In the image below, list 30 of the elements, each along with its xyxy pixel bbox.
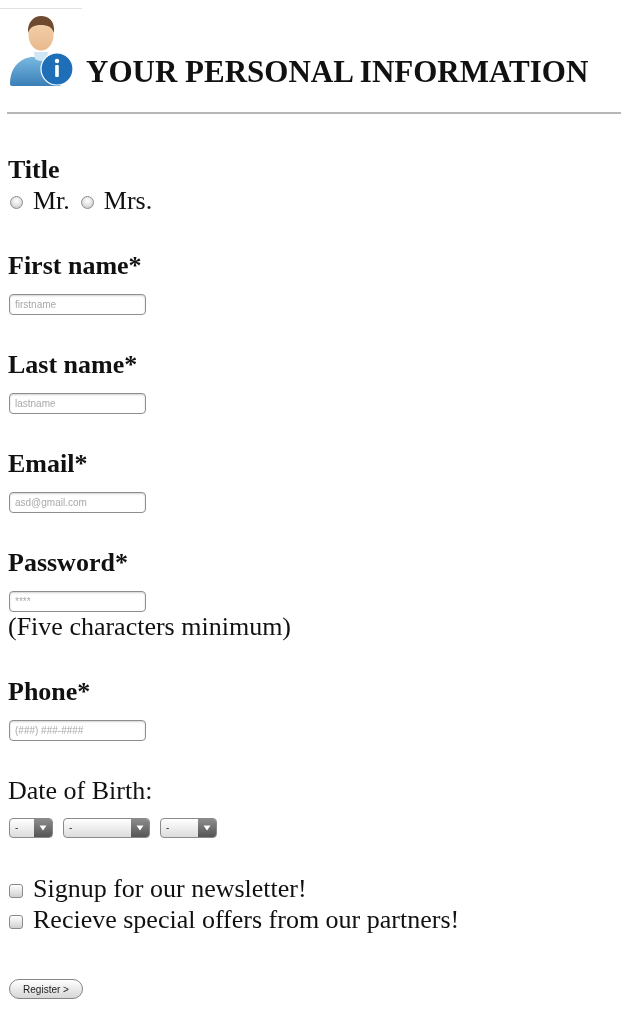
field-hint: (Five characters minimum) (8, 612, 292, 642)
checkbox[interactable] (9, 883, 23, 898)
dropdown[interactable]: - (63, 818, 150, 838)
caret-icon (198, 819, 216, 837)
radio-button[interactable] (10, 196, 23, 209)
field-label: Title (8, 155, 60, 185)
checkbox-label: Signup for our newsletter! (33, 874, 307, 904)
input-field[interactable]: lastname (9, 393, 146, 414)
field-label: Phone* (8, 677, 91, 707)
register-button[interactable]: Register > (9, 979, 83, 999)
input-field[interactable]: (###) ###-#### (9, 720, 146, 741)
caret-icon (34, 819, 52, 837)
radio-label: Mr. (33, 186, 70, 216)
field-label: Email* (8, 449, 88, 479)
input-field[interactable]: firstname (9, 294, 146, 315)
input-field[interactable]: asd@gmail.com (9, 492, 146, 513)
dropdown[interactable]: - (9, 818, 53, 838)
field-label: First name* (8, 251, 142, 281)
dropdown[interactable]: - (160, 818, 217, 838)
radio-label: Mrs. (103, 186, 153, 216)
checkbox-label: Recieve special offers from our partners! (33, 905, 460, 935)
field-label: Last name* (8, 350, 138, 380)
checkbox[interactable] (9, 914, 23, 929)
field-label: Date of Birth: (8, 776, 153, 806)
field-label: Password* (8, 548, 128, 578)
caret-icon (131, 819, 149, 837)
user-info-icon (10, 16, 74, 86)
input-field[interactable]: **** (9, 591, 146, 612)
radio-button[interactable] (80, 196, 94, 209)
page-heading: YOUR PERSONAL INFORMATION (86, 54, 589, 90)
